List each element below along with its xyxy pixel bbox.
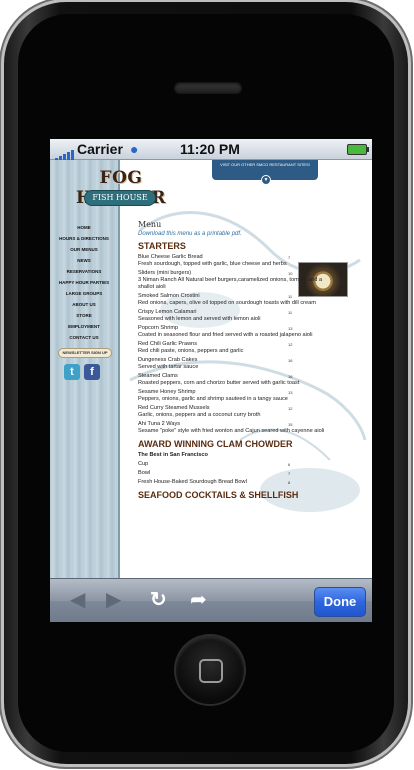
menu-item-price: 7 (288, 471, 291, 476)
menu-item-price: 10 (288, 271, 293, 276)
menu-item-price: 16 (288, 358, 293, 363)
chowder-subtitle: The Best in San Francisco (138, 452, 208, 458)
menu-item: Dungeness Crab Cakes Served with tartar … (138, 357, 368, 371)
carrier-label: Carrier (77, 141, 123, 157)
home-square-icon (199, 659, 223, 683)
site-logo[interactable]: FOG HARBOR FISH HOUSE (58, 168, 184, 208)
site-nav: HOME HOURS & DIRECTIONS OUR MENUS NEWS R… (50, 222, 118, 343)
menu-item-price: 12 (288, 406, 293, 411)
share-icon[interactable]: ➦ (190, 589, 207, 611)
menu-item: Ahi Tuna 2 Ways Sesame "poke" style with… (138, 421, 368, 435)
menu-item-name: Dungeness Crab Cakes (138, 357, 198, 363)
logo-subtitle: FISH HOUSE (84, 190, 156, 206)
menu-item-name: Fresh House-Baked Sourdough Bread Bowl (138, 479, 247, 485)
menu-item-price: 11 (288, 294, 293, 299)
menu-item-name: Red Curry Steamed Mussels (138, 405, 210, 411)
menu-item: Fresh House-Baked Sourdough Bread Bowl 8 (138, 479, 368, 486)
nav-news[interactable]: NEWS (50, 255, 118, 266)
phone-frame: Carrier ● 11:20 PM HOME HOURS & DIRECTIO… (4, 2, 408, 764)
menu-item: Crispy Lemon Calamari Seasoned with lemo… (138, 309, 368, 323)
newsletter-signup-button[interactable]: NEWSLETTER SIGN UP (58, 348, 112, 358)
menu-item-price: 11 (288, 310, 293, 315)
menu-item-price: 15 (288, 422, 293, 427)
menu-item: Popcorn Shrimp Coated in seasoned flour … (138, 325, 368, 339)
nav-our-menus[interactable]: OUR MENUS (50, 244, 118, 255)
menu-item-price: 16 (288, 374, 293, 379)
menu-item-name: Blue Cheese Garlic Bread (138, 254, 203, 260)
other-restaurants-banner[interactable]: VISIT OUR OTHER SMCO RESTAURANT SITES! ▼ (212, 160, 318, 185)
wifi-icon: ● (130, 141, 139, 157)
menu-item-desc: 3 Niman Ranch All Natural beef burgers,c… (138, 277, 323, 290)
menu-item: Smoked Salmon Crostini Red onions, caper… (138, 293, 368, 307)
menu-item-name: Sliders (mini burgers) (138, 270, 192, 276)
menu-item: Red Curry Steamed Mussels Garlic, onions… (138, 405, 368, 419)
menu-item-name: Steamed Clams (138, 373, 178, 379)
signal-icon (55, 145, 75, 161)
menu-item-desc: Garlic, onions, peppers and a coconut cu… (138, 412, 261, 418)
status-bar: Carrier ● 11:20 PM (50, 139, 372, 161)
menu-item-price: 8 (288, 480, 291, 485)
site-sidebar: HOME HOURS & DIRECTIONS OUR MENUS NEWS R… (50, 160, 120, 578)
status-time: 11:20 PM (180, 141, 240, 157)
menu-item-desc: Served with tartar sauce (138, 364, 199, 370)
section-starters: STARTERS (138, 241, 186, 251)
section-seafood-cocktails: SEAFOOD COCKTAILS & SHELLFISH (138, 490, 299, 500)
battery-icon (347, 144, 369, 155)
menu-item-desc: Coated in seasoned flour and fried serve… (138, 332, 313, 338)
menu-item-name: Cup (138, 461, 149, 467)
menu-item-desc: Seasoned with lemon and served with lemo… (138, 316, 261, 322)
menu-item-price: 13 (288, 390, 293, 395)
menu-item-price: 12 (288, 342, 293, 347)
nav-employment[interactable]: EMPLOYMENT (50, 321, 118, 332)
menu-item-price: 13 (288, 326, 293, 331)
menu-item-name: Crispy Lemon Calamari (138, 309, 197, 315)
menu-item-price: 7 (288, 255, 291, 260)
menu-item-desc: Peppers, onions, garlic and shrimp saute… (138, 396, 288, 402)
menu-item: Cup 6 (138, 461, 368, 468)
chevron-down-icon: ▼ (261, 175, 271, 185)
menu-item: Bowl 7 (138, 470, 368, 477)
banner-text: VISIT OUR OTHER SMCO RESTAURANT SITES! (220, 162, 310, 167)
nav-reservations[interactable]: RESERVATIONS (50, 266, 118, 277)
menu-item: Blue Cheese Garlic Bread Fresh sourdough… (138, 254, 368, 268)
screen: Carrier ● 11:20 PM HOME HOURS & DIRECTIO… (50, 139, 372, 622)
menu-item-desc: Red onions, capers, olive oil topped on … (138, 300, 316, 306)
menu-item: Red Chili Garlic Prawns Red chili paste,… (138, 341, 368, 355)
menu-title: Menu (138, 220, 162, 229)
back-arrow-icon[interactable]: ◀ (70, 589, 85, 611)
home-button[interactable] (176, 636, 244, 704)
menu-item-desc: Roasted peppers, corn and chorizo butter… (138, 380, 300, 386)
menu-item-desc: Sesame "poke" style with fried wonton an… (138, 428, 325, 434)
browser-toolbar: ◀ ▶ ↻ ➦ Done (50, 578, 372, 622)
section-clam-chowder: AWARD WINNING CLAM CHOWDER (138, 439, 293, 449)
nav-large-groups[interactable]: LARGE GROUPS (50, 288, 118, 299)
nav-about-us[interactable]: ABOUT US (50, 299, 118, 310)
menu-item-price: 6 (288, 462, 291, 467)
twitter-icon[interactable]: t (64, 364, 80, 380)
nav-hours-directions[interactable]: HOURS & DIRECTIONS (50, 233, 118, 244)
menu-item-name: Red Chili Garlic Prawns (138, 341, 198, 347)
menu-item-name: Bowl (138, 470, 151, 476)
menu-item-desc: Fresh sourdough, topped with garlic, blu… (138, 261, 287, 267)
menu-item: Sesame Honey Shrimp Peppers, onions, gar… (138, 389, 368, 403)
nav-contact-us[interactable]: CONTACT US (50, 332, 118, 343)
menu-item-name: Sesame Honey Shrimp (138, 389, 196, 395)
menu-item-name: Popcorn Shrimp (138, 325, 179, 331)
facebook-icon[interactable]: f (84, 364, 100, 380)
menu-item-name: Ahi Tuna 2 Ways (138, 421, 181, 427)
menu-item-desc: Red chili paste, onions, peppers and gar… (138, 348, 244, 354)
nav-home[interactable]: HOME (50, 222, 118, 233)
menu-item: Steamed Clams Roasted peppers, corn and … (138, 373, 368, 387)
web-content: HOME HOURS & DIRECTIONS OUR MENUS NEWS R… (50, 160, 372, 578)
speaker-grille (174, 82, 242, 94)
menu-item: Sliders (mini burgers) 3 Niman Ranch All… (138, 270, 368, 291)
done-button[interactable]: Done (314, 587, 366, 617)
reload-icon[interactable]: ↻ (150, 589, 167, 611)
menu-item-name: Smoked Salmon Crostini (138, 293, 200, 299)
forward-arrow-icon[interactable]: ▶ (106, 589, 121, 611)
nav-store[interactable]: STORE (50, 310, 118, 321)
nav-happy-hour-parties[interactable]: HAPPY HOUR PARTIES (50, 277, 118, 288)
menu-content: Menu Download this menu as a printable p… (138, 220, 368, 503)
printable-pdf-link[interactable]: Download this menu as a printable pdf. (138, 231, 368, 237)
